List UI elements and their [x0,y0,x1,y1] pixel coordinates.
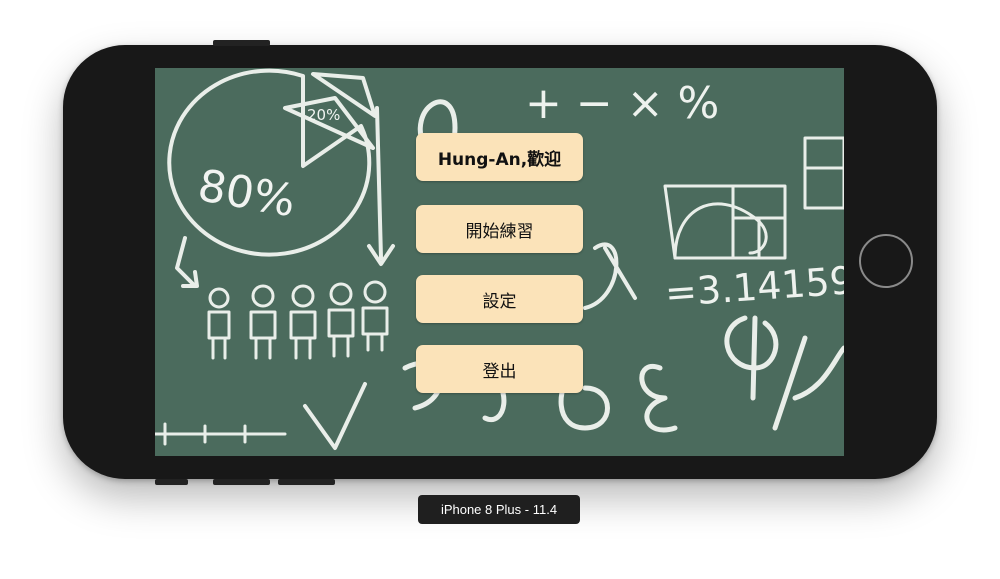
pie-small-label: 20% [307,106,340,124]
chalkboard-background: 80% 20% + − × % =3.1415926 [155,68,844,456]
logout-button[interactable]: 登出 [416,345,583,393]
phone-bottom-button-1 [155,479,188,485]
phone-bottom-button-3 [278,479,335,485]
settings-button[interactable]: 設定 [416,275,583,323]
welcome-button[interactable]: Hung-An,歡迎 [416,133,583,181]
operators-text: + − × % [525,78,719,129]
phone-top-button [213,40,270,46]
simulator-device-label: iPhone 8 Plus - 11.4 [418,495,580,524]
home-button[interactable] [859,234,913,288]
operators-drawing: + − × % [525,78,719,129]
app-screen: 80% 20% + − × % =3.1415926 Hung-An,歡迎 開始… [155,68,844,456]
phone-bottom-button-2 [213,479,270,485]
start-practice-button[interactable]: 開始練習 [416,205,583,253]
